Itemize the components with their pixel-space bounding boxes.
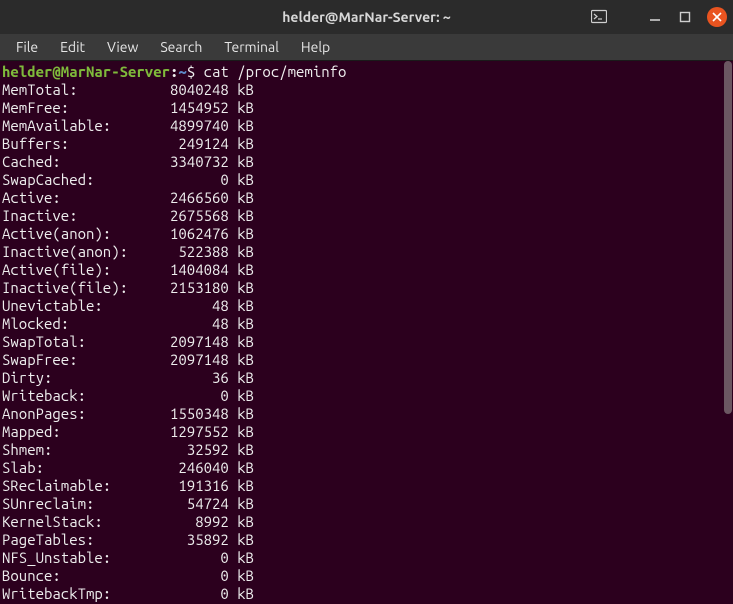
meminfo-row: Bounce: 0 kB [2, 567, 721, 585]
terminal-icon[interactable] [591, 9, 607, 25]
meminfo-row: Active: 2466560 kB [2, 189, 721, 207]
meminfo-row: SUnreclaim: 54724 kB [2, 495, 721, 513]
meminfo-row: MemAvailable: 4899740 kB [2, 117, 721, 135]
menu-edit[interactable]: Edit [50, 37, 95, 57]
meminfo-row: Mapped: 1297552 kB [2, 423, 721, 441]
terminal-area: helder@MarNar-Server:~$ cat /proc/meminf… [0, 61, 733, 604]
meminfo-row: Writeback: 0 kB [2, 387, 721, 405]
meminfo-row: PageTables: 35892 kB [2, 531, 721, 549]
menu-search[interactable]: Search [150, 37, 212, 57]
meminfo-row: NFS_Unstable: 0 kB [2, 549, 721, 567]
meminfo-row: KernelStack: 8992 kB [2, 513, 721, 531]
menu-help[interactable]: Help [291, 37, 340, 57]
meminfo-row: SwapTotal: 2097148 kB [2, 333, 721, 351]
minimize-button[interactable] [647, 9, 663, 25]
meminfo-row: Active(file): 1404084 kB [2, 261, 721, 279]
scrollbar[interactable] [723, 61, 733, 604]
meminfo-row: Inactive: 2675568 kB [2, 207, 721, 225]
window-title: helder@MarNar-Server: ~ [282, 9, 451, 25]
meminfo-row: SReclaimable: 191316 kB [2, 477, 721, 495]
close-button[interactable] [707, 7, 727, 27]
meminfo-row: Cached: 3340732 kB [2, 153, 721, 171]
terminal-output[interactable]: helder@MarNar-Server:~$ cat /proc/meminf… [0, 61, 723, 604]
meminfo-row: SwapFree: 2097148 kB [2, 351, 721, 369]
meminfo-row: Buffers: 249124 kB [2, 135, 721, 153]
meminfo-row: Mlocked: 48 kB [2, 315, 721, 333]
scroll-thumb[interactable] [724, 61, 732, 414]
meminfo-row: Slab: 246040 kB [2, 459, 721, 477]
menu-terminal[interactable]: Terminal [214, 37, 289, 57]
menu-file[interactable]: File [6, 37, 48, 57]
meminfo-row: AnonPages: 1550348 kB [2, 405, 721, 423]
meminfo-row: MemFree: 1454952 kB [2, 99, 721, 117]
meminfo-row: WritebackTmp: 0 kB [2, 585, 721, 603]
meminfo-row: Shmem: 32592 kB [2, 441, 721, 459]
meminfo-row: Dirty: 36 kB [2, 369, 721, 387]
meminfo-row: Inactive(anon): 522388 kB [2, 243, 721, 261]
meminfo-row: Inactive(file): 2153180 kB [2, 279, 721, 297]
terminal-window: helder@MarNar-Server: ~ File Edit View S… [0, 0, 733, 604]
maximize-button[interactable] [677, 9, 693, 25]
meminfo-row: Active(anon): 1062476 kB [2, 225, 721, 243]
menu-view[interactable]: View [97, 37, 148, 57]
titlebar: helder@MarNar-Server: ~ [0, 0, 733, 34]
meminfo-row: MemTotal: 8040248 kB [2, 81, 721, 99]
meminfo-row: Unevictable: 48 kB [2, 297, 721, 315]
menubar: File Edit View Search Terminal Help [0, 34, 733, 61]
meminfo-row: SwapCached: 0 kB [2, 171, 721, 189]
